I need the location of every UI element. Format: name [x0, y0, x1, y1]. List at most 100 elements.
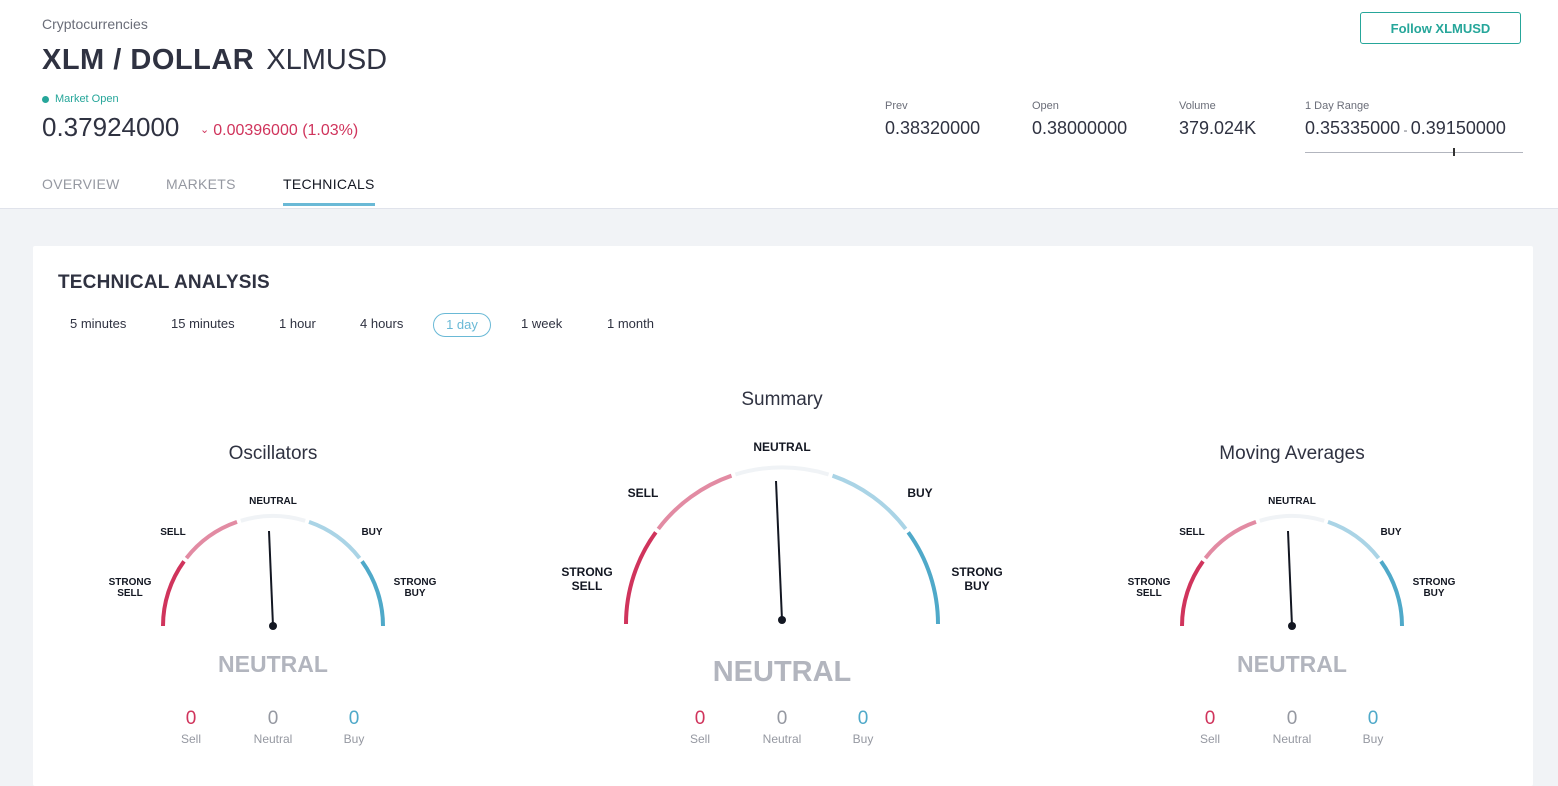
- interval-4-hours[interactable]: 4 hours: [348, 313, 415, 337]
- moving-averages-needle-pivot: [1288, 622, 1296, 630]
- oscillators-label-buy: BUY: [361, 527, 383, 538]
- stat-volume: Volume 379.024K: [1179, 100, 1256, 139]
- status-dot-icon: [42, 95, 49, 103]
- stat-prev: Prev 0.38320000: [885, 100, 980, 139]
- moving-averages-gauge: [1179, 513, 1405, 630]
- summary-count-sell: 0 Sell: [670, 708, 730, 746]
- interval-1-week[interactable]: 1 week: [509, 313, 574, 337]
- oscillators-gauge: [160, 513, 386, 630]
- summary-arc-strong-buy: [906, 531, 940, 625]
- oscillators-title: Oscillators: [228, 443, 318, 464]
- oscillators-arc-neutral: [240, 513, 306, 523]
- summary-count-buy: 0 Buy: [833, 708, 893, 746]
- market-status-text: Market Open: [55, 93, 119, 105]
- moving-averages-verdict: NEUTRAL: [1237, 651, 1347, 677]
- follow-button[interactable]: Follow XLMUSD: [1360, 12, 1521, 44]
- tab-technicals[interactable]: TECHNICALS: [283, 176, 375, 206]
- summary-label-buy: BUY: [907, 486, 933, 500]
- summary-title: Summary: [741, 389, 823, 410]
- summary-buy-value: 0: [857, 708, 869, 729]
- oscillators-label-sell: SELL: [160, 527, 186, 538]
- summary-sell-caption: Sell: [689, 732, 710, 746]
- oscillators-neutral-value: 0: [267, 708, 279, 729]
- oscillators-arc-strong-buy: [360, 560, 386, 627]
- stat-day-range: 1 Day Range 0.35335000 - 0.39150000: [1305, 100, 1506, 139]
- moving-averages-neutral-caption: Neutral: [1272, 732, 1312, 746]
- moving-averages-label-buy: BUY: [1380, 527, 1402, 538]
- moving-averages-arc-neutral: [1259, 513, 1325, 523]
- moving-averages-buy-value: 0: [1367, 708, 1379, 729]
- price-change-value: 0.00396000 (1.03%): [213, 122, 359, 139]
- summary-needle-pivot: [778, 616, 786, 624]
- summary-needle: [775, 480, 783, 621]
- moving-averages-count-sell: 0 Sell: [1180, 708, 1240, 746]
- summary-label-strong-buy: STRONG BUY: [951, 565, 1003, 593]
- tab-overview[interactable]: OVERVIEW: [42, 176, 120, 206]
- summary-gauge: [624, 465, 940, 625]
- panel-title: TECHNICAL ANALYSIS: [58, 272, 270, 293]
- moving-averages-sell-caption: Sell: [1199, 732, 1220, 746]
- oscillators-label-strong-buy: STRONG BUY: [393, 577, 437, 599]
- moving-averages-sell-value: 0: [1204, 708, 1216, 729]
- interval-1-month[interactable]: 1 month: [595, 313, 666, 337]
- moving-averages-needle: [1287, 530, 1293, 627]
- oscillators-buy-caption: Buy: [343, 732, 365, 746]
- interval-1-hour[interactable]: 1 hour: [267, 313, 328, 337]
- summary-neutral-value: 0: [776, 708, 788, 729]
- summary-verdict: NEUTRAL: [712, 656, 852, 688]
- moving-averages-neutral-value: 0: [1286, 708, 1298, 729]
- summary-arc-buy: [831, 473, 908, 531]
- technical-analysis-panel: TECHNICAL ANALYSIS 5 minutes 15 minutes …: [33, 246, 1533, 786]
- oscillators-arc-sell: [184, 520, 238, 560]
- stat-open-value: 0.38000000: [1032, 118, 1128, 138]
- range-high: 0.39150000: [1410, 118, 1506, 138]
- pair-name: XLM / DOLLAR: [42, 44, 255, 76]
- moving-averages-label-strong-buy: STRONG BUY: [1412, 577, 1456, 599]
- summary-label-sell: SELL: [627, 486, 659, 500]
- interval-1-day[interactable]: 1 day: [433, 313, 491, 337]
- moving-averages-buy-caption: Buy: [1362, 732, 1384, 746]
- day-range-marker: [1453, 148, 1455, 156]
- oscillators-label-strong-sell: STRONG SELL: [108, 577, 152, 599]
- moving-averages-arc-sell: [1203, 520, 1257, 560]
- day-range-bar: [1305, 152, 1523, 153]
- moving-averages-arc-strong-sell: [1179, 560, 1205, 627]
- oscillators-needle: [268, 530, 274, 627]
- stat-prev-label: Prev: [885, 100, 908, 112]
- moving-averages-label-sell: SELL: [1179, 527, 1205, 538]
- stat-open: Open 0.38000000: [1032, 100, 1127, 139]
- stat-prev-value: 0.38320000: [885, 118, 981, 138]
- breadcrumb-category[interactable]: Cryptocurrencies: [42, 16, 148, 32]
- summary-arc-strong-sell: [624, 531, 658, 625]
- range-low: 0.35335000: [1305, 118, 1401, 138]
- stat-range-value: 0.35335000 - 0.39150000: [1305, 118, 1506, 139]
- tab-markets[interactable]: MARKETS: [166, 176, 236, 206]
- stat-open-label: Open: [1032, 100, 1059, 112]
- summary-neutral-caption: Neutral: [762, 732, 802, 746]
- stat-volume-value: 379.024K: [1179, 118, 1257, 138]
- stat-volume-label: Volume: [1179, 100, 1216, 112]
- oscillators-sell-caption: Sell: [180, 732, 201, 746]
- interval-5-minutes[interactable]: 5 minutes: [58, 313, 138, 337]
- moving-averages-arc-strong-buy: [1379, 560, 1405, 627]
- summary-buy-caption: Buy: [852, 732, 874, 746]
- oscillators-count-sell: 0 Sell: [161, 708, 221, 746]
- summary-label-neutral: NEUTRAL: [753, 440, 811, 454]
- summary-arc-sell: [656, 473, 733, 531]
- oscillators-count-neutral: 0 Neutral: [243, 708, 303, 746]
- moving-averages-count-buy: 0 Buy: [1343, 708, 1403, 746]
- oscillators-needle-pivot: [269, 622, 277, 630]
- oscillators-label-neutral: NEUTRAL: [249, 496, 297, 507]
- summary-arc-neutral: [734, 465, 830, 477]
- interval-15-minutes[interactable]: 15 minutes: [159, 313, 247, 337]
- last-price: 0.37924000: [42, 112, 180, 142]
- moving-averages-label-strong-sell: STRONG SELL: [1127, 577, 1171, 599]
- oscillators-neutral-caption: Neutral: [253, 732, 293, 746]
- summary-sell-value: 0: [694, 708, 706, 729]
- oscillators-buy-value: 0: [348, 708, 360, 729]
- range-separator: -: [1400, 123, 1411, 137]
- summary-count-neutral: 0 Neutral: [752, 708, 812, 746]
- oscillators-count-buy: 0 Buy: [324, 708, 384, 746]
- moving-averages-title: Moving Averages: [1219, 443, 1365, 464]
- down-arrow-icon: ⌄: [200, 124, 210, 136]
